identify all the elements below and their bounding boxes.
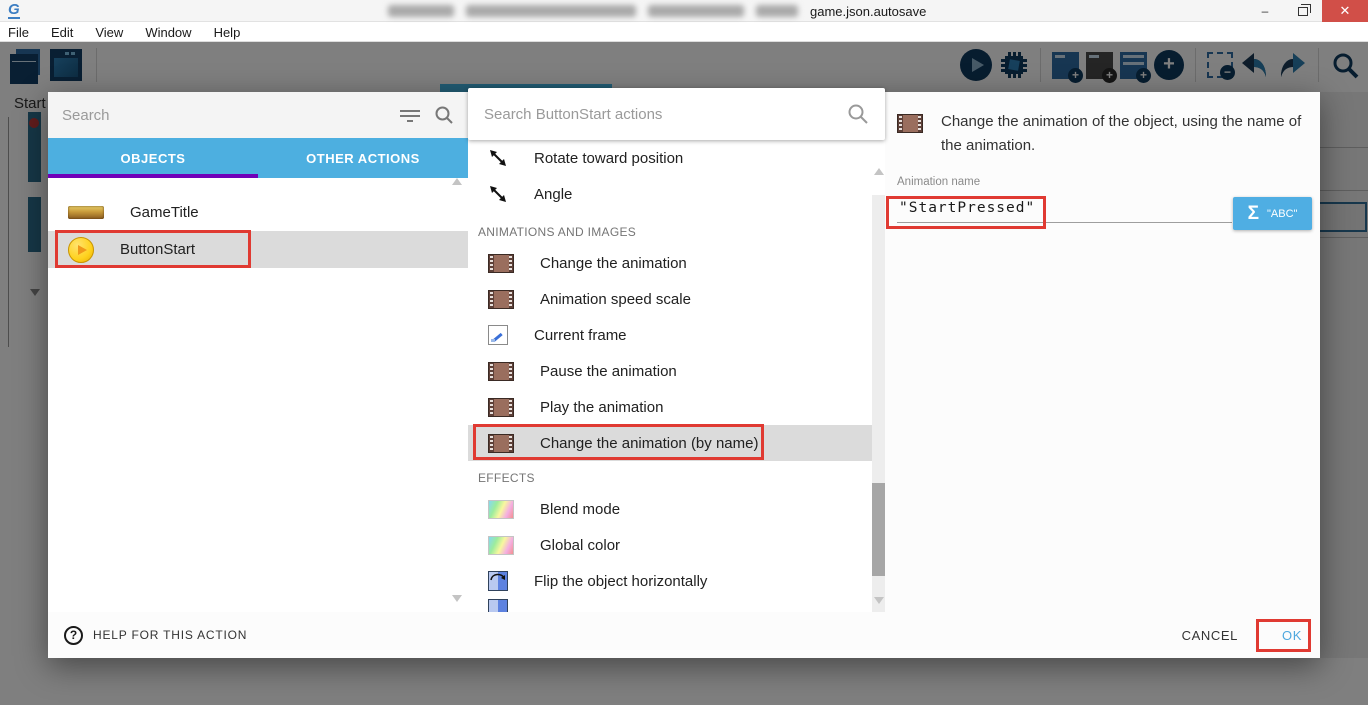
frame-edit-icon <box>488 325 508 345</box>
scroll-down-arrow[interactable] <box>452 595 462 602</box>
expression-editor-button[interactable]: Σ "ABC" <box>1233 197 1312 230</box>
scroll-down-arrow[interactable] <box>874 597 884 604</box>
object-search-bar <box>48 92 468 138</box>
filter-icon[interactable] <box>400 108 420 122</box>
window-title-text: game.json.autosave <box>810 4 926 19</box>
action-item[interactable]: Rotate toward position <box>468 140 885 176</box>
tab-other-actions[interactable]: OTHER ACTIONS <box>258 138 468 178</box>
film-strip-icon <box>488 254 514 273</box>
action-item[interactable]: Animation speed scale <box>468 281 885 317</box>
annotation-box-change-animation-by-name <box>473 424 764 460</box>
annotation-box-ok-button <box>1256 619 1311 652</box>
objects-panel: OBJECTS OTHER ACTIONS GameTitle ButtonSt… <box>48 92 468 612</box>
menu-file[interactable]: File <box>8 25 29 40</box>
action-item[interactable]: Flip the object horizontally <box>468 563 885 599</box>
menu-window[interactable]: Window <box>145 25 191 40</box>
restore-icon <box>1298 7 1308 16</box>
action-item[interactable]: Global color <box>468 527 885 563</box>
actions-panel: Rotate toward position Angle ANIMATIONS … <box>468 92 885 612</box>
object-search-input[interactable] <box>62 107 386 124</box>
help-button[interactable]: ? HELP FOR THIS ACTION <box>64 626 247 645</box>
action-item[interactable]: Pause the animation <box>468 353 885 389</box>
gdevelop-window: G game.json.autosave – ✕ File Edit View … <box>0 0 1368 705</box>
redacted-title-segment <box>648 5 744 17</box>
menu-edit[interactable]: Edit <box>51 25 73 40</box>
gdevelop-logo-icon: G <box>8 2 20 19</box>
action-description: Change the animation of the object, usin… <box>941 110 1306 158</box>
rainbow-gradient-icon <box>488 536 514 555</box>
game-title-thumbnail <box>68 206 104 219</box>
menu-view[interactable]: View <box>95 25 123 40</box>
section-header: EFFECTS <box>468 461 885 491</box>
window-title: game.json.autosave <box>388 4 926 18</box>
object-tabs: OBJECTS OTHER ACTIONS <box>48 138 468 178</box>
search-icon[interactable] <box>434 105 454 125</box>
help-icon: ? <box>64 626 83 645</box>
annotation-box-animation-name-value <box>886 196 1046 229</box>
list-item-gametitle[interactable]: GameTitle <box>48 194 468 231</box>
close-button[interactable]: ✕ <box>1322 0 1368 22</box>
title-bar: G game.json.autosave – ✕ <box>0 0 1368 22</box>
minimize-button[interactable]: – <box>1246 0 1284 22</box>
annotation-box-buttonstart <box>55 230 251 268</box>
scroll-up-arrow[interactable] <box>452 178 462 185</box>
tab-objects[interactable]: OBJECTS <box>48 138 258 178</box>
menu-help[interactable]: Help <box>214 25 241 40</box>
rainbow-gradient-icon <box>488 500 514 519</box>
flip-horizontal-icon <box>488 571 508 591</box>
redacted-title-segment <box>388 5 454 17</box>
action-item[interactable]: Play the animation <box>468 389 885 425</box>
action-item[interactable]: Angle <box>468 176 885 212</box>
restore-button[interactable] <box>1284 0 1322 22</box>
action-item[interactable]: Blend mode <box>468 491 885 527</box>
flip-vertical-icon <box>488 599 508 612</box>
film-strip-icon <box>488 290 514 309</box>
action-editor-dialog: OBJECTS OTHER ACTIONS GameTitle ButtonSt… <box>48 92 1320 658</box>
menu-bar: File Edit View Window Help <box>0 23 1368 42</box>
redacted-title-segment <box>756 5 798 17</box>
action-item-partial[interactable] <box>468 599 885 612</box>
scrollbar-thumb[interactable] <box>872 483 885 576</box>
scroll-up-arrow[interactable] <box>874 168 884 175</box>
action-item[interactable]: Current frame <box>468 317 885 353</box>
film-strip-icon <box>488 362 514 381</box>
search-icon[interactable] <box>847 103 869 125</box>
redacted-title-segment <box>466 5 636 17</box>
section-header: ANIMATIONS AND IMAGES <box>468 212 885 245</box>
film-strip-icon <box>488 398 514 417</box>
sigma-icon: Σ <box>1248 204 1259 223</box>
animation-name-label: Animation name <box>897 176 980 188</box>
film-strip-icon <box>897 114 923 133</box>
dialog-footer: ? HELP FOR THIS ACTION CANCEL OK <box>48 612 1320 658</box>
rotate-arrow-icon <box>488 184 508 204</box>
action-item[interactable]: Change the animation <box>468 245 885 281</box>
rotate-arrow-icon <box>488 148 508 168</box>
action-list: Rotate toward position Angle ANIMATIONS … <box>468 140 885 612</box>
cancel-button[interactable]: CANCEL <box>1182 628 1238 643</box>
action-detail-panel: Change the animation of the object, usin… <box>885 92 1320 612</box>
action-search-input[interactable] <box>484 106 835 123</box>
action-search-bar <box>468 88 885 140</box>
